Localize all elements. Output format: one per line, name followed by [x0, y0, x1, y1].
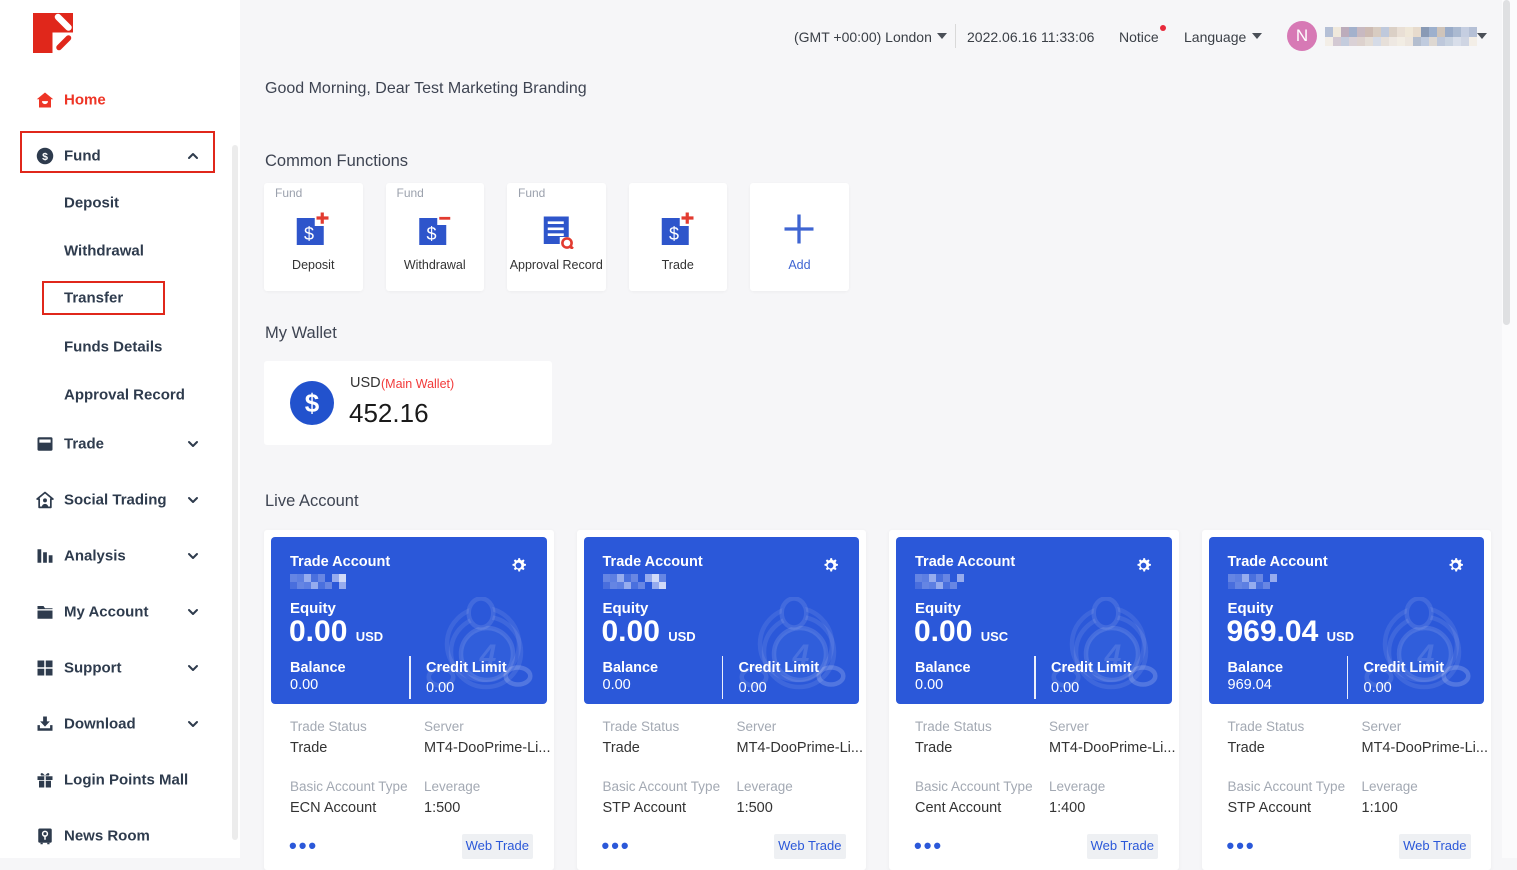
- svg-text:$: $: [669, 224, 679, 244]
- svg-text:$: $: [426, 224, 436, 244]
- svg-text:$: $: [42, 151, 48, 163]
- svg-text:$: $: [304, 224, 314, 244]
